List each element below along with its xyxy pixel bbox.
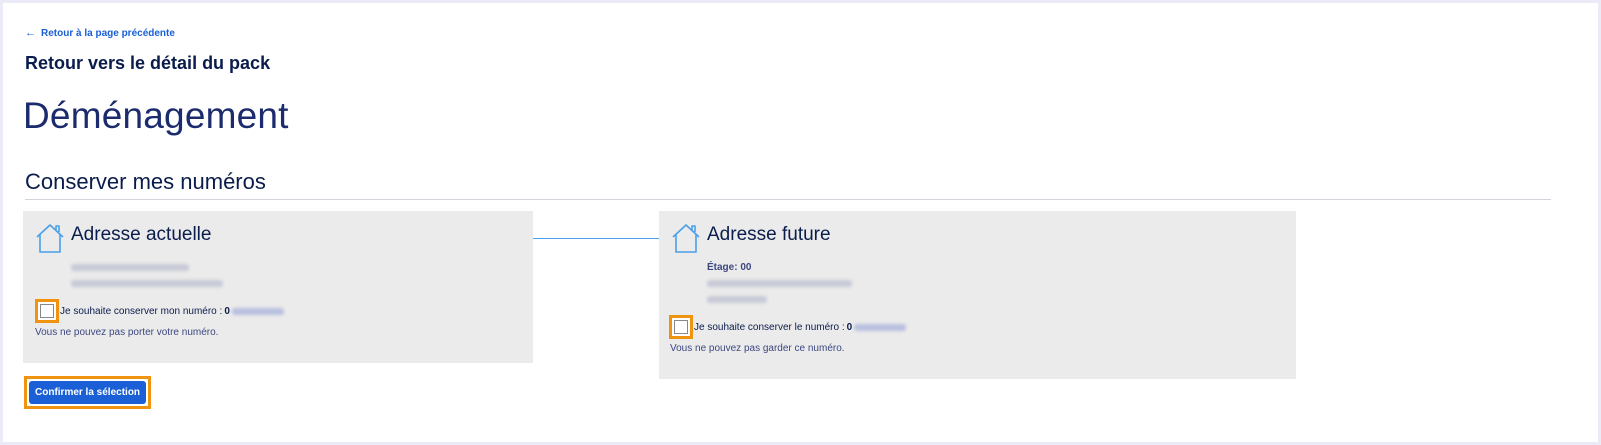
future-address-floor: Étage: 00 [707, 262, 752, 273]
future-address-title: Adresse future [707, 224, 831, 245]
arrow-left-icon: ← [25, 27, 36, 39]
keep-future-number-checkbox[interactable] [674, 320, 688, 334]
keep-current-number-label: Je souhaite conserver mon numéro : [60, 305, 223, 317]
confirm-button-highlight: Confirmer la sélection [24, 376, 152, 409]
back-link[interactable]: ← Retour à la page précédente [25, 27, 175, 39]
keep-current-number-checkbox[interactable] [40, 304, 54, 318]
keep-future-number-checkbox-highlight [669, 315, 693, 339]
keep-current-number-row: Je souhaite conserver mon numéro : 0 [35, 299, 284, 323]
keep-current-number-checkbox-highlight [35, 299, 59, 323]
future-address-line-2-redacted [707, 296, 767, 303]
future-number-warning: Vous ne pouvez pas garder ce numéro. [670, 343, 845, 354]
back-to-pack-link[interactable]: Retour vers le détail du pack [25, 53, 270, 74]
current-number-warning: Vous ne pouvez pas porter votre numéro. [35, 327, 219, 338]
future-address-line-1-redacted [707, 280, 852, 287]
current-address-line-2-redacted [71, 280, 223, 287]
current-address-card: Adresse actuelle Je souhaite conserver m… [23, 211, 533, 363]
house-icon [36, 224, 64, 253]
future-number-redacted [854, 323, 907, 331]
current-number-redacted [231, 307, 284, 315]
house-icon [672, 224, 700, 253]
confirm-selection-button[interactable]: Confirmer la sélection [29, 381, 147, 404]
section-divider [25, 199, 1551, 200]
section-title: Conserver mes numéros [25, 169, 266, 194]
page-title: Déménagement [23, 95, 289, 136]
keep-future-number-label: Je souhaite conserver le numéro : [694, 321, 845, 333]
current-number-prefix: 0 [224, 305, 230, 317]
future-address-card: Adresse future Étage: 00 Je souhaite con… [659, 211, 1296, 379]
address-connector-line [533, 238, 660, 239]
keep-future-number-row: Je souhaite conserver le numéro : 0 [669, 315, 907, 339]
back-link-label: Retour à la page précédente [41, 27, 175, 39]
current-address-title: Adresse actuelle [71, 224, 212, 245]
current-address-line-1-redacted [71, 264, 189, 271]
future-number-prefix: 0 [846, 321, 853, 333]
